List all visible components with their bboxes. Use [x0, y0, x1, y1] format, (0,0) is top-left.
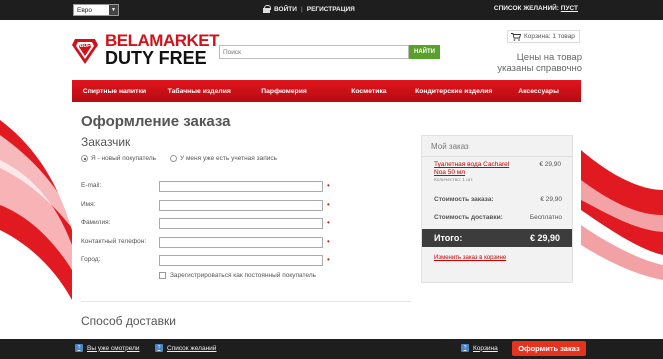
viewed-label: Вы уже смотрели	[87, 344, 140, 352]
login-link[interactable]: ВОЙТИ	[274, 6, 297, 13]
currency-value: Евро	[77, 6, 93, 14]
email-row: E-mail: •	[81, 181, 361, 193]
radio-new-customer[interactable]: Я - новый покупатель	[81, 155, 156, 162]
divider: |	[300, 5, 303, 13]
phone-row: Контактный телефон: •	[81, 237, 361, 249]
nav-item-perfume[interactable]: Парфюмерия	[242, 80, 327, 102]
nav-item-tobacco[interactable]: Табачные изделия	[157, 80, 242, 102]
required-marker: •	[327, 218, 330, 227]
change-order-link[interactable]: Изменить заказ в корзине	[434, 255, 506, 261]
delivery-cost-row: Стоимость доставки: Бесплатно	[434, 214, 562, 221]
customer-section-title: Заказчик	[81, 135, 131, 149]
delivery-cost-value: Бесплатно	[529, 214, 562, 221]
order-item-name[interactable]: Туалетная вода Cacharel Noa 50 мл	[434, 161, 514, 177]
radio-new-dot[interactable]	[81, 155, 88, 162]
register-link[interactable]: РЕГИСТРАЦИЯ	[307, 6, 355, 13]
wishlist-value[interactable]: ПУСТ	[561, 5, 578, 12]
checkout-content: Оформление заказа Заказчик Я - новый пок…	[72, 104, 581, 347]
wishlist-status[interactable]: СПИСОК ЖЕЛАНИЙ: ПУСТ	[494, 5, 578, 12]
name-field[interactable]	[159, 200, 323, 211]
nav-item-accessories[interactable]: Аксессуары	[496, 80, 581, 102]
radio-existing-customer[interactable]: У меня уже есть учетная запись	[170, 155, 277, 162]
total-value: € 29,90	[529, 233, 560, 243]
radio-existing-dot[interactable]	[170, 155, 178, 162]
section-divider	[81, 301, 411, 302]
wishlist-link[interactable]: ? Список желаний	[155, 344, 216, 352]
email-field[interactable]	[159, 181, 323, 192]
required-marker: •	[327, 200, 330, 209]
delivery-cost-label: Стоимость доставки:	[434, 214, 503, 221]
surname-label: Фамилия:	[81, 219, 111, 226]
chevron-down-icon: ▼	[109, 5, 118, 15]
phone-field[interactable]	[159, 237, 323, 248]
name-row: Имя: •	[81, 200, 361, 212]
radio-existing-label: У меня уже есть учетная запись	[180, 155, 278, 162]
order-cost-value: € 29,90	[540, 196, 562, 203]
register-checkbox-row[interactable]: Зарегистрироваться как постоянный покупа…	[159, 272, 316, 279]
order-cost-label: Стоимость заказа:	[434, 196, 494, 203]
order-divider	[422, 156, 572, 157]
phone-label: Контактный телефон:	[81, 238, 147, 245]
email-label: E-mail:	[81, 182, 102, 189]
nav-item-spirits[interactable]: Спиртные напитки	[72, 80, 157, 102]
city-field[interactable]	[159, 255, 323, 266]
checkout-button[interactable]: Оформить заказ	[512, 341, 586, 356]
customer-type-radios: Я - новый покупатель У меня уже есть уче…	[81, 155, 277, 162]
order-title: Мой заказ	[431, 142, 469, 151]
register-checkbox[interactable]	[159, 272, 166, 279]
main-nav: Спиртные напитки Табачные изделия Парфюм…	[72, 80, 581, 102]
register-label: Зарегистрироваться как постоянный покупа…	[170, 272, 317, 279]
cart-link-label: Корзина	[473, 344, 498, 352]
site-header	[0, 20, 663, 80]
order-total: Итого: € 29,90	[422, 229, 572, 247]
order-item-price: € 29,90	[539, 161, 561, 168]
order-cost-row: Стоимость заказа: € 29,90	[434, 196, 562, 203]
name-label: Имя:	[81, 201, 96, 208]
delivery-section-title: Способ доставки	[81, 314, 176, 328]
city-label: Город:	[81, 256, 101, 263]
order-summary: Мой заказ Туалетная вода Cacharel Noa 50…	[421, 135, 573, 283]
info-icon: ?	[155, 344, 163, 352]
required-marker: •	[327, 237, 330, 246]
required-marker: •	[327, 181, 330, 190]
currency-select[interactable]: Евро ▼	[73, 4, 119, 16]
info-icon: ?	[461, 344, 469, 352]
nav-item-cosmetics[interactable]: Косметика	[326, 80, 411, 102]
info-icon: ?	[75, 344, 83, 352]
auth-links: ВОЙТИ | РЕГИСТРАЦИЯ	[263, 5, 355, 13]
required-marker: •	[327, 255, 330, 264]
cart-link[interactable]: ? Корзина	[461, 344, 498, 352]
wishlist-link-label: Список желаний	[167, 344, 217, 352]
bottom-bar: ? Вы уже смотрели ? Список желаний ? Кор…	[0, 339, 663, 359]
wishlist-label: СПИСОК ЖЕЛАНИЙ:	[493, 5, 559, 12]
surname-field[interactable]	[159, 218, 323, 229]
surname-row: Фамилия: •	[81, 218, 361, 230]
page-title: Оформление заказа	[81, 113, 231, 130]
nav-item-confectionery[interactable]: Кондитерские изделия	[411, 80, 496, 102]
top-bar: Евро ▼ ВОЙТИ | РЕГИСТРАЦИЯ СПИСОК ЖЕЛАНИ…	[0, 0, 663, 20]
order-item-qty: Количество: 1 шт.	[434, 178, 474, 183]
lock-icon	[263, 5, 271, 13]
total-label: Итого:	[434, 233, 463, 243]
city-row: Город: •	[81, 255, 361, 267]
viewed-link[interactable]: ? Вы уже смотрели	[75, 344, 140, 352]
radio-new-label: Я - новый покупатель	[91, 155, 157, 162]
